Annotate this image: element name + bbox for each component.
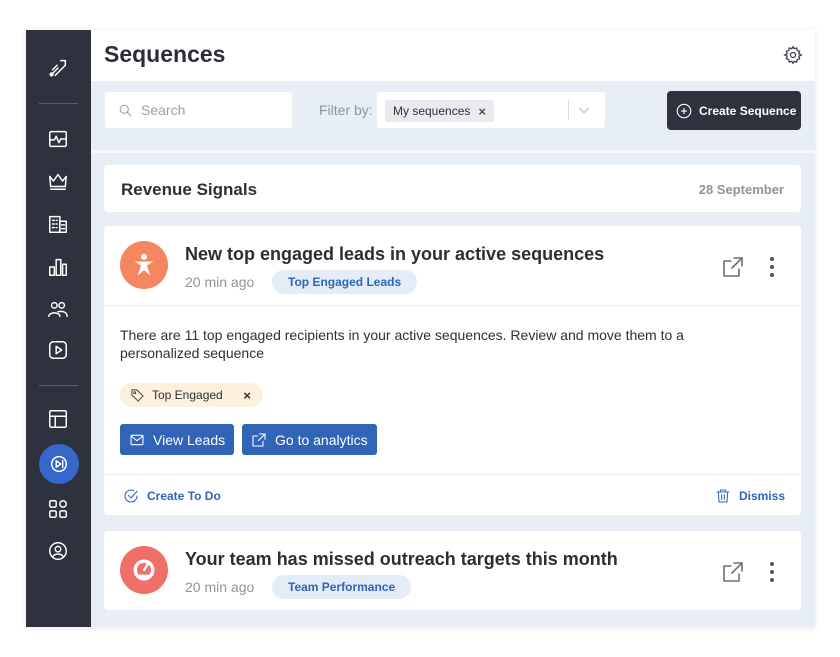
go-to-analytics-label: Go to analytics — [275, 431, 368, 448]
app-window: Sequences Filter by: My sequences × Crea… — [26, 30, 815, 627]
page-title: Sequences — [104, 41, 226, 67]
search-field[interactable] — [105, 92, 292, 128]
card-timestamp: 20 min ago — [185, 579, 255, 595]
view-leads-label: View Leads — [153, 431, 226, 448]
dismiss-button[interactable]: Dismiss — [715, 488, 785, 504]
tag-chip: Top Engaged × — [120, 383, 263, 407]
external-link-icon[interactable] — [721, 560, 745, 584]
sidebar — [26, 30, 91, 627]
logo-icon[interactable] — [45, 55, 71, 81]
more-options-icon[interactable] — [766, 255, 778, 279]
section-title: Revenue Signals — [121, 180, 258, 199]
external-link-icon — [252, 432, 266, 447]
filter-select[interactable]: My sequences × — [377, 92, 605, 128]
revenue-signals-header: Revenue Signals 28 September — [104, 165, 801, 212]
activity-icon[interactable] — [45, 126, 71, 152]
bar-chart-icon[interactable] — [45, 254, 71, 280]
filter-label: Filter by: — [319, 102, 373, 118]
sequences-icon[interactable] — [39, 444, 79, 484]
external-link-icon[interactable] — [721, 255, 745, 279]
header: Sequences — [91, 30, 815, 81]
layout-icon[interactable] — [45, 406, 71, 432]
users-icon[interactable] — [45, 296, 71, 322]
filter-chip-remove-icon[interactable]: × — [478, 104, 486, 119]
trash-icon — [716, 489, 730, 503]
signal-avatar — [120, 546, 168, 594]
card-timestamp: 20 min ago — [185, 274, 255, 290]
plus-circle-icon — [676, 103, 692, 118]
go-to-analytics-button[interactable]: Go to analytics — [242, 424, 377, 455]
content-strip — [91, 150, 815, 153]
filter-chip: My sequences × — [385, 100, 494, 122]
crown-icon[interactable] — [45, 168, 71, 194]
signal-avatar — [120, 241, 168, 289]
signal-card: Your team has missed outreach targets th… — [104, 531, 801, 610]
create-sequence-label: Create Sequence — [699, 103, 797, 118]
create-sequence-button[interactable]: Create Sequence — [667, 91, 801, 130]
filter-separator — [568, 100, 569, 120]
check-circle-icon — [124, 489, 138, 503]
card-divider — [104, 305, 801, 306]
chevron-down-icon[interactable] — [576, 102, 592, 118]
filter-chip-label: My sequences — [393, 104, 471, 118]
tag-label: Top Engaged — [152, 388, 223, 402]
profile-icon[interactable] — [45, 538, 71, 564]
search-input[interactable] — [141, 102, 281, 118]
person-star-icon — [134, 253, 154, 276]
sidebar-divider — [39, 103, 78, 104]
section-date: 28 September — [698, 182, 784, 197]
target-gauge-icon — [133, 559, 155, 581]
card-badge[interactable]: Top Engaged Leads — [272, 270, 418, 294]
sidebar-divider — [39, 385, 78, 386]
create-todo-button[interactable]: Create To Do — [123, 488, 221, 504]
apps-icon[interactable] — [45, 496, 71, 522]
settings-gear-icon[interactable] — [783, 45, 803, 65]
dismiss-label: Dismiss — [738, 489, 785, 503]
building-icon[interactable] — [45, 211, 71, 237]
play-icon[interactable] — [45, 337, 71, 363]
view-leads-button[interactable]: View Leads — [120, 424, 234, 455]
card-badge[interactable]: Team Performance — [272, 575, 412, 599]
card-title: New top engaged leads in your active seq… — [185, 244, 605, 264]
signal-card: New top engaged leads in your active seq… — [104, 226, 801, 515]
card-description: There are 11 top engaged recipients in y… — [120, 327, 684, 361]
tag-icon — [131, 388, 144, 402]
search-icon — [119, 104, 132, 117]
card-title: Your team has missed outreach targets th… — [185, 549, 618, 569]
card-divider — [104, 474, 801, 475]
mail-icon — [130, 434, 144, 445]
more-options-icon[interactable] — [766, 560, 778, 584]
tag-remove-icon[interactable]: × — [243, 388, 251, 403]
create-todo-label: Create To Do — [147, 489, 221, 503]
